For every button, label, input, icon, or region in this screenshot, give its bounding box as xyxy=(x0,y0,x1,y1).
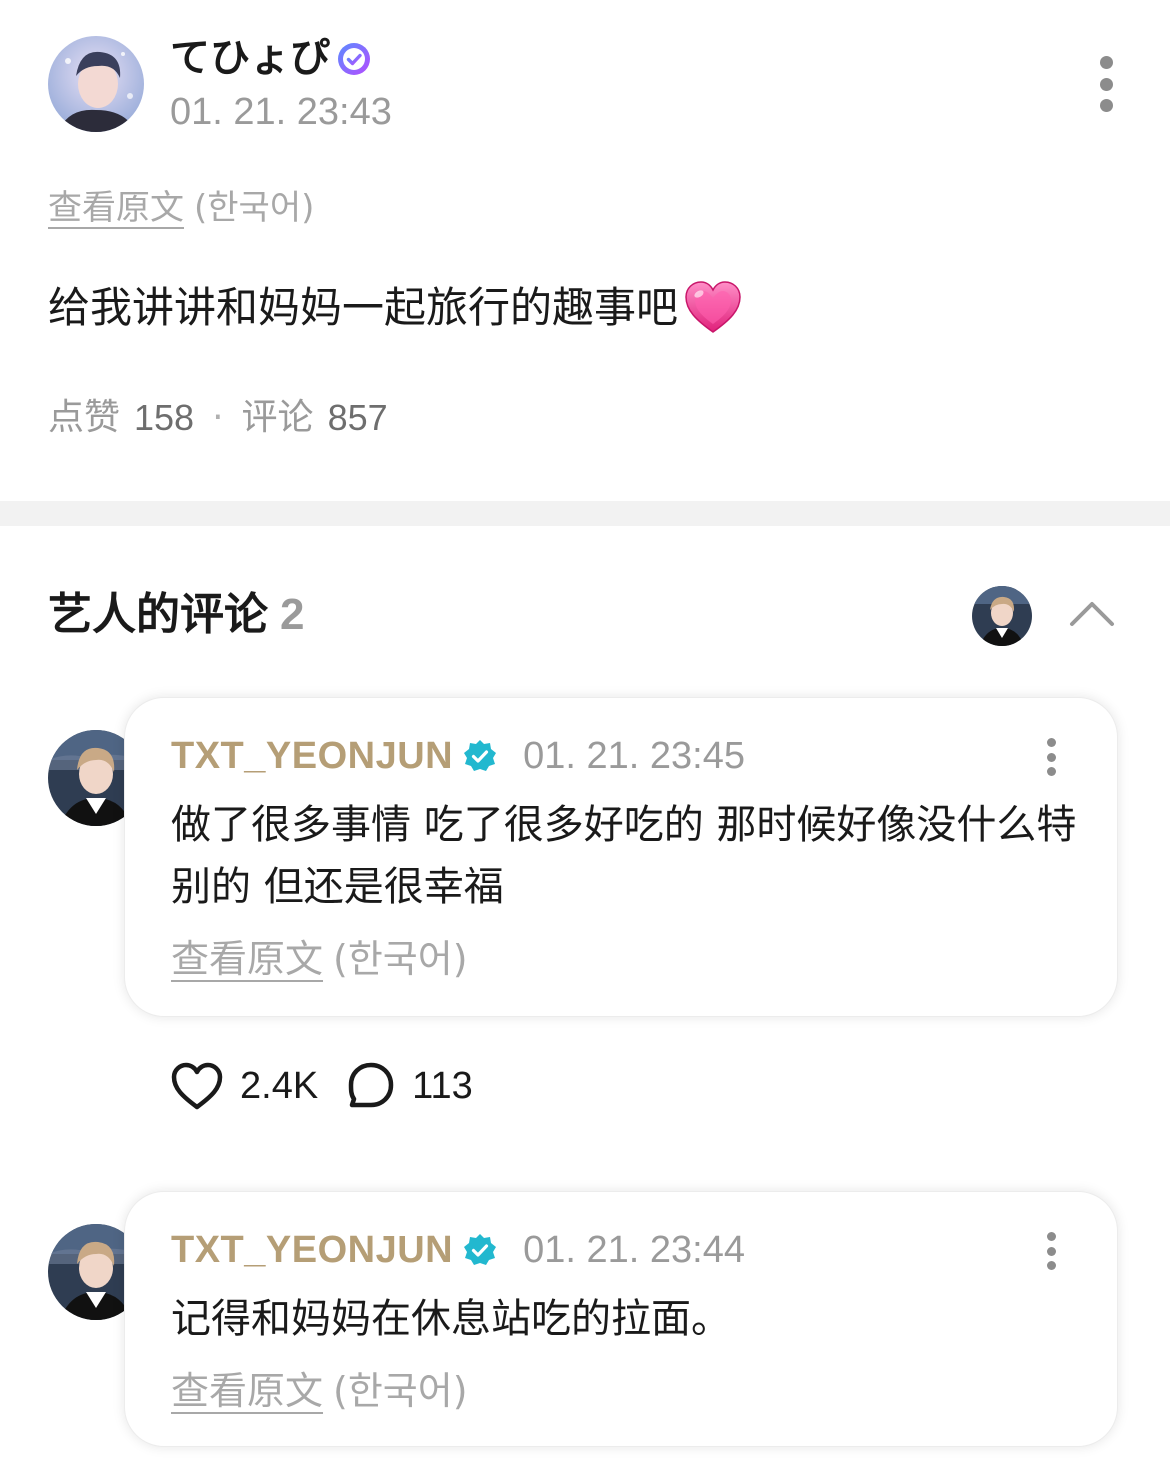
comments-label[interactable]: 评论 xyxy=(242,396,314,440)
comment-timestamp: 01. 21. 23:45 xyxy=(523,735,745,777)
comment-text: 记得和妈妈在休息站吃的拉面。 xyxy=(171,1296,731,1342)
comment-translate-row: 查看原文 (한국어) xyxy=(171,1368,468,1414)
post-stats: 点赞 158 · 评论 857 xyxy=(48,396,388,440)
artist-avatar-small[interactable] xyxy=(972,586,1032,646)
section-divider xyxy=(0,501,1170,526)
post-timestamp: 01. 21. 23:43 xyxy=(170,91,392,133)
comment-timestamp: 01. 21. 23:44 xyxy=(523,1229,745,1271)
post-translate-row: 查看原文 (한국어) xyxy=(48,188,314,228)
original-language-label: (한국어) xyxy=(194,188,315,228)
verified-badge-icon xyxy=(463,739,497,773)
comment-card: TXT_YEONJUN 01. 21. 23:44 记得和妈妈在休息站吃的拉面。… xyxy=(124,1191,1118,1447)
artist-comments-count: 2 xyxy=(280,590,305,639)
comment-more-options-icon[interactable] xyxy=(1045,738,1057,776)
view-original-link[interactable]: 查看原文 xyxy=(48,188,184,228)
comment-text: 做了很多事情 吃了很多好吃的 那时候好像没什么特别的 但还是很幸福 xyxy=(171,802,1077,910)
likes-label: 点赞 xyxy=(48,397,121,438)
comment-header: TXT_YEONJUN 01. 21. 23:44 xyxy=(171,1226,745,1274)
collapse-chevron-up-icon[interactable] xyxy=(1068,596,1116,630)
comment-card: TXT_YEONJUN 01. 21. 23:45 做了很多事情 吃了很多好吃的… xyxy=(124,697,1118,1017)
verified-badge-icon xyxy=(336,40,372,76)
heart-icon[interactable] xyxy=(170,1061,224,1111)
original-language-label: (한국어) xyxy=(333,1369,468,1413)
comments-count[interactable]: 857 xyxy=(328,396,388,440)
comment-likes-count: 2.4K xyxy=(240,1065,319,1107)
artist-comments-label: 艺人的评论 xyxy=(48,589,268,640)
post-author-name[interactable]: てひょぴ xyxy=(170,34,330,82)
comment-author-name[interactable]: TXT_YEONJUN xyxy=(171,1226,453,1274)
stats-separator: · xyxy=(212,397,224,438)
comment-author-name[interactable]: TXT_YEONJUN xyxy=(171,732,453,780)
artist-comments-title: 艺人的评论 2 xyxy=(48,588,304,642)
comment-header: TXT_YEONJUN 01. 21. 23:45 xyxy=(171,732,745,780)
comment-more-options-icon[interactable] xyxy=(1045,1232,1057,1270)
comment-translate-row: 查看原文 (한국어) xyxy=(171,936,468,982)
verified-badge-icon xyxy=(463,1233,497,1267)
view-original-link[interactable]: 查看原文 xyxy=(171,1369,323,1413)
comment-reactions: 2.4K 113 xyxy=(170,1060,473,1112)
post-header: てひょぴ 01. 21. 23:43 xyxy=(0,0,1170,160)
post-text: 给我讲讲和妈妈一起旅行的趣事吧 xyxy=(48,283,679,332)
pink-heart-emoji xyxy=(684,280,742,336)
view-original-link[interactable]: 查看原文 xyxy=(171,937,323,981)
post-author-line: てひょぴ xyxy=(170,34,372,82)
original-language-label: (한국어) xyxy=(333,937,468,981)
post-more-options-icon[interactable] xyxy=(1098,56,1114,112)
likes-count: 158 xyxy=(134,397,195,438)
post-body: 给我讲讲和妈妈一起旅行的趣事吧 xyxy=(48,280,742,336)
reply-bubble-icon[interactable] xyxy=(346,1061,396,1111)
comment-replies-count[interactable]: 113 xyxy=(412,1060,473,1112)
post-author-avatar[interactable] xyxy=(48,36,144,132)
